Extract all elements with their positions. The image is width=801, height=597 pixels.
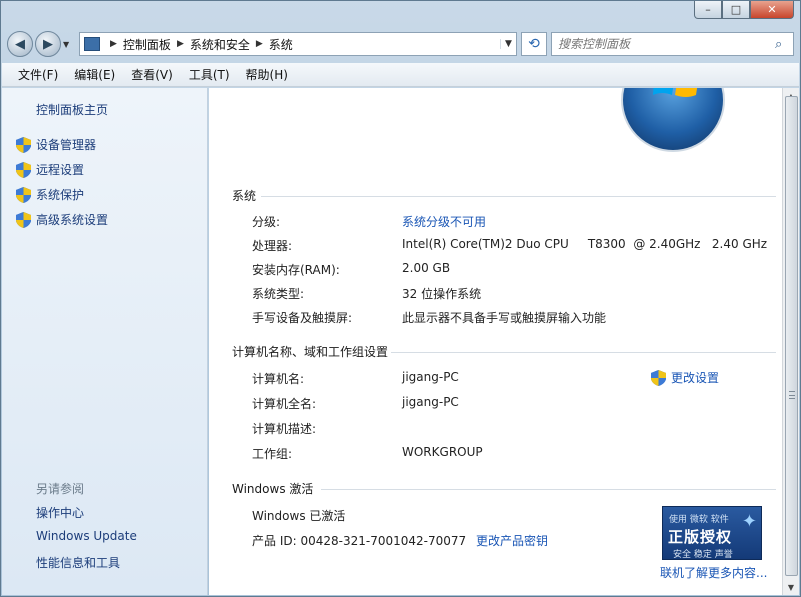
control-panel-home-link[interactable]: 控制面板主页: [36, 101, 108, 118]
change-settings-label: 更改设置: [671, 371, 720, 385]
back-arrow-icon[interactable]: ◀: [7, 31, 33, 57]
full-computer-name-value: jigang-PC: [402, 395, 459, 409]
change-product-key-link[interactable]: 更改产品密钥: [476, 532, 548, 549]
task-label: 高级系统设置: [36, 213, 109, 227]
chevron-right-icon[interactable]: ▶: [177, 39, 184, 49]
genuine-badge-top: 使用 微软 软件: [669, 515, 729, 525]
processor-value: Intel(R) Core(TM)2 Duo CPU T8300 @ 2.40G…: [402, 237, 768, 251]
scrollbar-thumb[interactable]: [785, 96, 798, 576]
device-manager-link[interactable]: 设备管理器: [16, 136, 96, 153]
main-content: 系统 分级: 系统分级不可用 处理器: Intel(R) Core(TM)2 D…: [209, 88, 782, 595]
advanced-system-settings-link[interactable]: 高级系统设置: [16, 211, 108, 228]
address-dropdown-icon[interactable]: ▼: [500, 39, 516, 49]
menu-help[interactable]: 帮助(H): [246, 66, 288, 83]
task-label: 系统保护: [36, 188, 85, 202]
ram-label: 安装内存(RAM):: [252, 263, 340, 277]
window: – □ ✕ ◀ ▶ ▼ ▶ 控制面板 ▶ 系统和安全 ▶ 系统 ▼ ⟲ ⌕ 文件…: [0, 0, 801, 597]
chevron-right-icon[interactable]: ▶: [256, 39, 263, 49]
breadcrumb-control-panel[interactable]: 控制面板: [123, 36, 171, 53]
breadcrumb-system[interactable]: 系统: [269, 36, 293, 53]
processor-label: 处理器:: [252, 239, 293, 253]
divider: [391, 352, 776, 353]
address-bar[interactable]: ▶ 控制面板 ▶ 系统和安全 ▶ 系统 ▼: [79, 32, 517, 56]
pen-touch-label: 手写设备及触摸屏:: [252, 311, 353, 325]
learn-more-online-link[interactable]: 联机了解更多内容...: [660, 564, 767, 581]
system-section-title: 系统: [232, 189, 257, 203]
system-protection-link[interactable]: 系统保护: [16, 186, 84, 203]
uac-shield-icon: [16, 161, 31, 178]
chevron-right-icon[interactable]: ▶: [110, 39, 117, 49]
menu-bar: 文件(F) 编辑(E) 查看(V) 工具(T) 帮助(H): [2, 63, 799, 87]
action-center-link[interactable]: 操作中心: [36, 504, 84, 521]
pen-touch-value: 此显示器不具备手写或触摸屏输入功能: [402, 311, 607, 325]
menu-edit[interactable]: 编辑(E): [74, 66, 115, 83]
task-label: 远程设置: [36, 163, 85, 177]
activation-status: Windows 已激活: [252, 509, 346, 523]
vertical-scrollbar[interactable]: ▲ ▼: [782, 88, 799, 595]
windows-logo: [621, 88, 725, 152]
workgroup-label: 工作组:: [252, 447, 293, 461]
workgroup-value: WORKGROUP: [402, 445, 483, 459]
see-also-heading: 另请参阅: [36, 482, 85, 496]
system-type-value: 32 位操作系统: [402, 287, 482, 301]
remote-settings-link[interactable]: 远程设置: [16, 161, 84, 178]
recent-pages-dropdown[interactable]: ▼: [63, 40, 73, 49]
system-type-label: 系统类型:: [252, 287, 305, 301]
search-box[interactable]: ⌕: [551, 32, 794, 56]
uac-shield-icon: [16, 211, 31, 228]
computer-section-title: 计算机名称、域和工作组设置: [232, 345, 389, 359]
breadcrumb-system-security[interactable]: 系统和安全: [190, 36, 250, 53]
computer-name-value: jigang-PC: [402, 370, 459, 384]
control-panel-icon: [84, 37, 100, 51]
windows-update-link[interactable]: Windows Update: [36, 529, 137, 543]
rating-label: 分级:: [252, 215, 281, 229]
menu-tools[interactable]: 工具(T): [189, 66, 230, 83]
minimize-button[interactable]: –: [694, 1, 722, 19]
uac-shield-icon: [651, 369, 666, 386]
change-settings-link[interactable]: 更改设置: [651, 369, 719, 386]
maximize-button[interactable]: □: [722, 1, 750, 19]
activation-section-title: Windows 激活: [232, 482, 314, 496]
genuine-badge-sub: 安全 稳定 声誉: [673, 550, 733, 560]
search-input[interactable]: [558, 37, 775, 51]
uac-shield-icon: [16, 136, 31, 153]
product-id: 产品 ID: 00428-321-7001042-70077: [252, 534, 467, 548]
ram-value: 2.00 GB: [402, 261, 451, 275]
search-icon[interactable]: ⌕: [775, 37, 793, 52]
refresh-icon[interactable]: ⟲: [521, 32, 547, 56]
divider: [261, 196, 776, 197]
performance-info-link[interactable]: 性能信息和工具: [36, 554, 120, 571]
menu-file[interactable]: 文件(F): [18, 66, 58, 83]
uac-shield-icon: [16, 186, 31, 203]
grip-icon: [789, 391, 795, 399]
forward-arrow-icon[interactable]: ▶: [35, 31, 61, 57]
star-icon: ✦: [741, 511, 757, 532]
menu-view[interactable]: 查看(V): [131, 66, 173, 83]
scroll-down-icon[interactable]: ▼: [783, 579, 799, 595]
divider: [321, 489, 776, 490]
computer-description-label: 计算机描述:: [252, 422, 317, 436]
genuine-badge-main: 正版授权: [668, 528, 733, 546]
full-computer-name-label: 计算机全名:: [252, 397, 317, 411]
windows-flag-icon: [653, 88, 698, 97]
navigation-bar: ◀ ▶ ▼ ▶ 控制面板 ▶ 系统和安全 ▶ 系统 ▼ ⟲ ⌕: [7, 29, 794, 59]
caption-buttons: – □ ✕: [694, 1, 794, 19]
close-button[interactable]: ✕: [750, 1, 794, 19]
genuine-badge: 使用 微软 软件 正版授权 安全 稳定 声誉 ✦: [662, 506, 762, 560]
task-label: 设备管理器: [36, 138, 97, 152]
rating-value-link[interactable]: 系统分级不可用: [402, 213, 486, 230]
computer-name-label: 计算机名:: [252, 372, 305, 386]
task-pane: 控制面板主页 设备管理器 远程设置 系统保护 高级系统设置 另请参阅 操作中心 …: [2, 88, 208, 595]
